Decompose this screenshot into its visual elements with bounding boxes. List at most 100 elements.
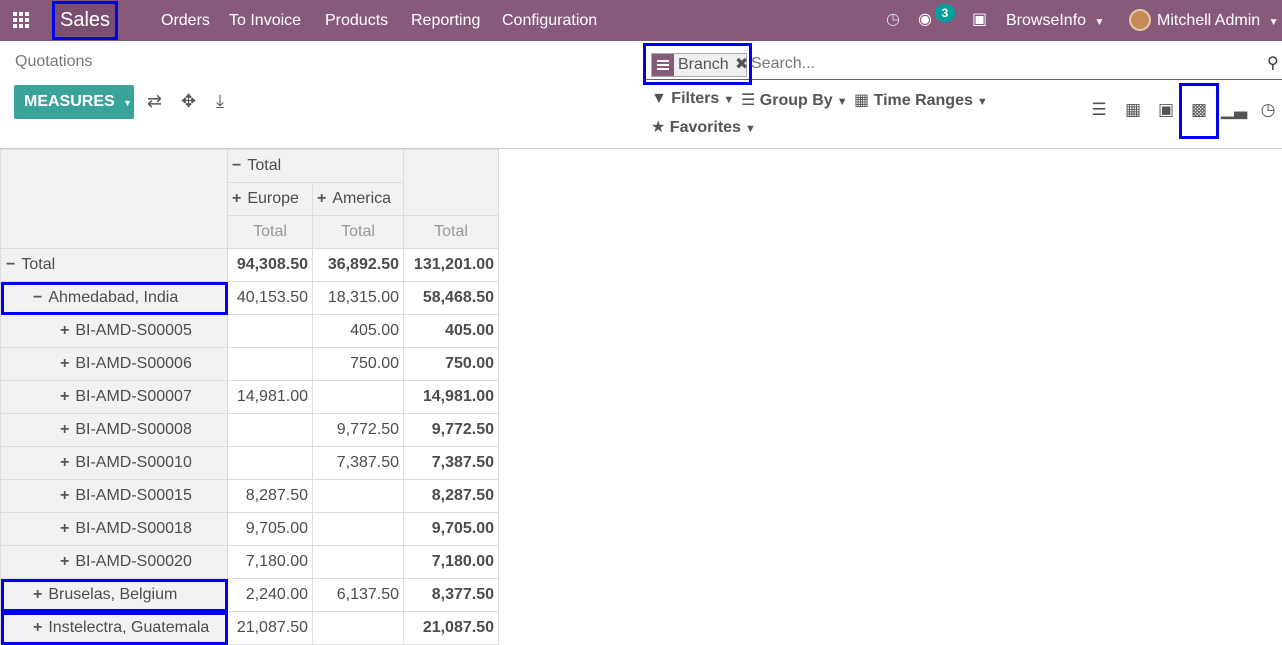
star-icon: ★ xyxy=(651,119,666,136)
cell-america[interactable]: 36,892.50 xyxy=(312,248,404,282)
col-header-label: Total xyxy=(247,157,282,174)
cell-europe[interactable] xyxy=(227,347,313,381)
measure-header[interactable]: Total xyxy=(227,215,313,249)
row-header[interactable]: + Bruselas, Belgium xyxy=(0,578,228,612)
cell-total[interactable]: 7,180.00 xyxy=(403,545,499,579)
favorites-button[interactable]: ★ Favorites ▼ xyxy=(651,117,756,137)
user-menu[interactable]: Mitchell Admin ▼ xyxy=(1157,0,1279,41)
cell-america[interactable]: 405.00 xyxy=(312,314,404,348)
time-ranges-button[interactable]: ▦ Time Ranges ▼ xyxy=(854,90,988,110)
cell-total[interactable]: 21,087.50 xyxy=(403,611,499,645)
row-header[interactable]: + BI-AMD-S00020 xyxy=(0,545,228,579)
group-by-button[interactable]: ☰ Group By ▼ xyxy=(741,90,848,110)
col-header-europe[interactable]: + Europe xyxy=(227,182,313,216)
cell-america[interactable] xyxy=(312,545,404,579)
expand-icon: + xyxy=(33,586,43,603)
row-header[interactable]: + BI-AMD-S00007 xyxy=(0,380,228,414)
menu-orders[interactable]: Orders xyxy=(161,0,210,41)
cell-europe[interactable]: 21,087.50 xyxy=(227,611,313,645)
filters-label: Filters xyxy=(671,90,720,107)
cell-america[interactable] xyxy=(312,512,404,546)
menu-reporting[interactable]: Reporting xyxy=(411,0,480,41)
cell-america[interactable] xyxy=(312,380,404,414)
search-icon[interactable]: ⚲ xyxy=(1267,53,1279,73)
cell-america[interactable]: 9,772.50 xyxy=(312,413,404,447)
measure-header[interactable]: Total xyxy=(403,215,499,249)
expand-icon: + xyxy=(60,322,70,339)
row-label: Ahmedabad, India xyxy=(48,289,179,306)
cell-america[interactable]: 6,137.50 xyxy=(312,578,404,612)
row-header[interactable]: + BI-AMD-S00010 xyxy=(0,446,228,480)
filters-button[interactable]: ▼ Filters ▼ xyxy=(651,90,734,108)
measures-button[interactable]: MEASURES ▼ xyxy=(14,85,134,119)
cell-total[interactable]: 7,387.50 xyxy=(403,446,499,480)
expand-icon: + xyxy=(60,421,70,438)
branch-facet[interactable]: Branch ✖ xyxy=(651,53,748,77)
expand-all-icon[interactable]: ✥ xyxy=(181,91,196,112)
user-avatar[interactable] xyxy=(1129,9,1151,31)
menu-configuration[interactable]: Configuration xyxy=(502,0,597,41)
row-label: BI-AMD-S00006 xyxy=(75,355,192,372)
cell-total[interactable]: 131,201.00 xyxy=(403,248,499,282)
cell-total[interactable]: 9,705.00 xyxy=(403,512,499,546)
row-header[interactable]: + BI-AMD-S00005 xyxy=(0,314,228,348)
expand-icon: + xyxy=(60,520,70,537)
row-label: Instelectra, Guatemala xyxy=(48,619,210,636)
graph-view-icon[interactable]: ▁▃ xyxy=(1220,100,1248,124)
download-icon[interactable]: ⤓ xyxy=(216,91,224,112)
row-header[interactable]: + BI-AMD-S00008 xyxy=(0,413,228,447)
measure-header[interactable]: Total xyxy=(312,215,404,249)
cell-total[interactable]: 405.00 xyxy=(403,314,499,348)
calendar-view-icon[interactable]: ▣ xyxy=(1152,100,1180,124)
messages-icon[interactable]: ◉ xyxy=(918,10,932,30)
flip-axis-icon[interactable]: ⇄ xyxy=(147,91,162,112)
app-name[interactable]: Sales xyxy=(52,1,118,40)
row-label: BI-AMD-S00020 xyxy=(75,553,192,570)
close-icon[interactable]: ✖ xyxy=(735,54,748,76)
cell-america[interactable] xyxy=(312,479,404,513)
row-header[interactable]: − Ahmedabad, India xyxy=(0,281,228,315)
menu-products[interactable]: Products xyxy=(325,0,388,41)
company-switcher[interactable]: BrowseInfo ▼ xyxy=(1006,0,1104,41)
activity-view-icon[interactable]: ◷ xyxy=(1254,100,1282,124)
cell-total[interactable]: 14,981.00 xyxy=(403,380,499,414)
cell-total[interactable]: 8,287.50 xyxy=(403,479,499,513)
row-header[interactable]: + BI-AMD-S00006 xyxy=(0,347,228,381)
cell-europe[interactable]: 8,287.50 xyxy=(227,479,313,513)
cell-europe[interactable]: 9,705.00 xyxy=(227,512,313,546)
row-header[interactable]: + Instelectra, Guatemala xyxy=(0,611,228,645)
cell-europe[interactable]: 7,180.00 xyxy=(227,545,313,579)
cell-total[interactable]: 750.00 xyxy=(403,347,499,381)
activity-clock-icon[interactable]: ◷ xyxy=(886,10,900,30)
pivot-view-icon[interactable]: ▩ xyxy=(1179,83,1219,139)
apps-grid-icon[interactable] xyxy=(13,12,31,28)
cell-europe[interactable]: 40,153.50 xyxy=(227,281,313,315)
kanban-view-icon[interactable]: ▦ xyxy=(1119,100,1147,124)
cell-europe[interactable] xyxy=(227,446,313,480)
row-header[interactable]: + BI-AMD-S00018 xyxy=(0,512,228,546)
breadcrumb[interactable]: Quotations xyxy=(15,53,92,71)
cell-total[interactable]: 9,772.50 xyxy=(403,413,499,447)
row-header[interactable]: − Total xyxy=(0,248,228,282)
cell-total[interactable]: 8,377.50 xyxy=(403,578,499,612)
menu-to-invoice[interactable]: To Invoice xyxy=(229,0,301,41)
cell-europe[interactable]: 94,308.50 xyxy=(227,248,313,282)
row-header[interactable]: + BI-AMD-S00015 xyxy=(0,479,228,513)
cell-america[interactable]: 7,387.50 xyxy=(312,446,404,480)
cell-europe[interactable] xyxy=(227,314,313,348)
list-view-icon[interactable]: ☰ xyxy=(1085,100,1113,124)
search-input[interactable] xyxy=(751,53,1251,75)
col-header-america[interactable]: + America xyxy=(312,182,404,216)
facet-highlight: Branch ✖ xyxy=(643,43,752,85)
cell-america[interactable]: 18,315.00 xyxy=(312,281,404,315)
cell-america[interactable] xyxy=(312,611,404,645)
col-header-total[interactable]: − Total xyxy=(227,149,404,183)
cell-america[interactable]: 750.00 xyxy=(312,347,404,381)
cell-europe[interactable] xyxy=(227,413,313,447)
table-row: + BI-AMD-S00020 7,180.00 7,180.00 xyxy=(0,545,499,579)
cell-total[interactable]: 58,468.50 xyxy=(403,281,499,315)
company-name: BrowseInfo xyxy=(1006,12,1087,29)
cell-europe[interactable]: 14,981.00 xyxy=(227,380,313,414)
gift-icon[interactable]: ▣ xyxy=(972,10,987,30)
cell-europe[interactable]: 2,240.00 xyxy=(227,578,313,612)
